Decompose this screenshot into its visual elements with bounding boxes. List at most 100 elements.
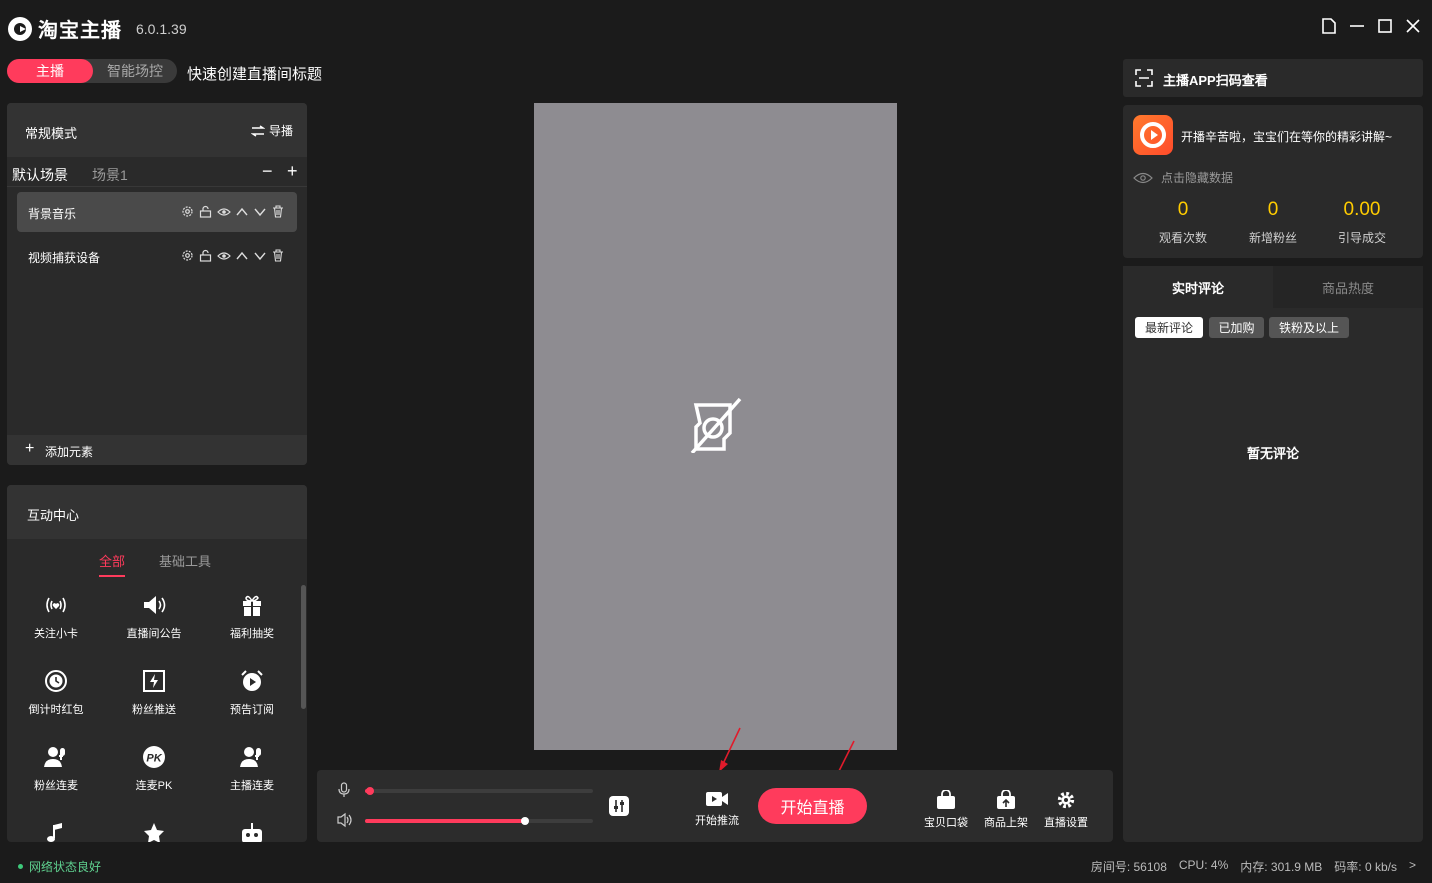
mic-level-knob[interactable]: [366, 787, 374, 795]
arrow-down-icon[interactable]: [252, 248, 267, 263]
tab-scene-1[interactable]: 场景1: [92, 165, 128, 185]
mode-anchor-button[interactable]: 主播: [7, 59, 93, 83]
cpu-usage: CPU: 4%: [1178, 858, 1229, 872]
guide-label: 导播: [268, 124, 293, 138]
arrow-up-icon[interactable]: [234, 204, 249, 219]
eye-icon[interactable]: [216, 248, 231, 263]
guide-button[interactable]: 导播: [250, 122, 293, 139]
app-version: 6.0.1.39: [136, 20, 187, 37]
user-mic-icon: [44, 743, 68, 771]
scan-qr-button[interactable]: 主播APP扫码查看: [1123, 59, 1423, 97]
svg-text:PK: PK: [146, 753, 162, 765]
add-scene-button[interactable]: +: [287, 161, 298, 182]
volume-slider[interactable]: [365, 817, 593, 825]
tool-follow-card[interactable]: 关注小卡: [7, 591, 105, 651]
tool-link-pk[interactable]: PK 连麦PK: [105, 743, 203, 803]
filter-added-to-cart[interactable]: 已加购: [1209, 317, 1264, 338]
tool-countdown-redpacket[interactable]: 倒计时红包: [7, 667, 105, 727]
tab-all-tools[interactable]: 全部: [99, 551, 126, 577]
stat-new-fans-value: 0: [1267, 199, 1279, 220]
scan-label: 主播APP扫码查看: [1163, 73, 1268, 88]
scene-panel: 常规模式 导播 默认场景 场景1 − + 背景音乐 视频捕获设备 + 添加元素: [7, 103, 307, 465]
add-element-button[interactable]: + 添加元素: [7, 435, 307, 465]
filter-latest-comments[interactable]: 最新评论: [1135, 317, 1203, 338]
product-listing-label: 商品上架: [984, 817, 1028, 829]
mic-level-slider[interactable]: [365, 787, 593, 795]
eye-icon[interactable]: [216, 204, 231, 219]
network-status-label: 网络状态良好: [29, 860, 102, 874]
mode-toggle: 主播 智能场控: [7, 59, 177, 83]
eye-icon: [1133, 172, 1153, 183]
quick-create-title-link[interactable]: 快速创建直播间标题: [187, 63, 322, 84]
stat-views-label: 观看次数: [1158, 231, 1207, 245]
element-row-bgm[interactable]: 背景音乐: [17, 192, 297, 232]
tool-effects[interactable]: [105, 819, 203, 842]
pk-icon: PK: [142, 743, 166, 771]
stat-conversion-value: 0.00: [1343, 199, 1381, 220]
microphone-icon[interactable]: [337, 782, 351, 801]
element-row-video-capture[interactable]: 视频捕获设备: [17, 236, 297, 276]
scan-icon: [1135, 69, 1153, 87]
minimize-icon[interactable]: [1347, 16, 1367, 36]
stat-conversion-label: 引导成交: [1337, 231, 1386, 245]
speaker-icon[interactable]: [337, 812, 353, 831]
gear-icon[interactable]: [180, 204, 195, 219]
trash-icon[interactable]: [270, 204, 285, 219]
restore-icon[interactable]: [1319, 16, 1339, 36]
gear-icon[interactable]: [180, 248, 195, 263]
product-bag-label: 宝贝口袋: [924, 817, 968, 829]
switch-arrows-icon: [250, 124, 265, 137]
tab-live-comments[interactable]: 实时评论: [1123, 266, 1273, 308]
mode-smart-control-button[interactable]: 智能场控: [93, 59, 177, 83]
interaction-hub-panel: 互动中心 全部 基础工具 关注小卡 直播间公告 福利抽奖 倒计时红包 粉丝推送 …: [7, 485, 307, 842]
audio-mixer-icon[interactable]: [609, 796, 629, 819]
tool-label: 关注小卡: [34, 628, 78, 640]
tool-robot[interactable]: [203, 819, 301, 842]
bitrate: 码率: 0 kb/s: [1334, 860, 1397, 874]
memory-usage: 内存: 301.9 MB: [1240, 860, 1323, 874]
greeting-text: 开播辛苦啦，宝宝们在等你的精彩讲解~: [1181, 130, 1393, 144]
system-stats: 房间号: 56108 CPU: 4% 内存: 301.9 MB 码率: 0 kb…: [1091, 858, 1416, 875]
tab-product-heat[interactable]: 商品热度: [1273, 266, 1423, 308]
broadcast-heart-icon: [43, 591, 69, 619]
hide-data-toggle[interactable]: 点击隐藏数据: [1133, 169, 1233, 186]
taobao-live-logo-icon: [8, 16, 32, 41]
volume-knob[interactable]: [521, 817, 529, 825]
tool-announcement[interactable]: 直播间公告: [105, 591, 203, 651]
filter-iron-fans[interactable]: 铁粉及以上: [1269, 317, 1349, 338]
tool-preview-subscribe[interactable]: 预告订阅: [203, 667, 301, 727]
product-bag-button[interactable]: 宝贝口袋: [924, 790, 968, 830]
add-element-label: 添加元素: [45, 445, 94, 459]
close-icon[interactable]: [1403, 16, 1423, 36]
hub-title: 互动中心: [27, 508, 80, 523]
stat-views-value: 0: [1177, 199, 1189, 220]
tool-anchor-link[interactable]: 主播连麦: [203, 743, 301, 803]
room-number: 房间号: 56108: [1090, 860, 1167, 874]
live-stats-panel: 开播辛苦啦，宝宝们在等你的精彩讲解~ 点击隐藏数据 0 观看次数 0 新增粉丝 …: [1123, 105, 1423, 258]
tool-music[interactable]: [7, 819, 105, 842]
arrow-up-icon[interactable]: [234, 248, 249, 263]
lock-icon[interactable]: [198, 204, 213, 219]
remove-scene-button[interactable]: −: [262, 161, 273, 182]
hub-scrollbar[interactable]: [301, 585, 306, 709]
push-icon: [142, 667, 166, 695]
tab-basic-tools[interactable]: 基础工具: [159, 551, 211, 570]
title-bar: 淘宝主播 6.0.1.39: [0, 0, 1432, 54]
tool-lottery[interactable]: 福利抽奖: [203, 591, 301, 651]
live-settings-button[interactable]: 直播设置: [1044, 790, 1088, 830]
maximize-icon[interactable]: [1375, 16, 1395, 36]
scene-panel-header: 常规模式 导播: [7, 103, 307, 157]
lock-icon[interactable]: [198, 248, 213, 263]
arrow-down-icon[interactable]: [252, 204, 267, 219]
tool-fan-link[interactable]: 粉丝连麦: [7, 743, 105, 803]
tab-default-scene[interactable]: 默认场景: [12, 165, 68, 185]
product-listing-button[interactable]: 商品上架: [984, 790, 1028, 830]
trash-icon[interactable]: [270, 248, 285, 263]
start-live-button[interactable]: 开始直播: [758, 788, 867, 824]
tool-label: 福利抽奖: [230, 628, 274, 640]
alarm-icon: [240, 667, 264, 695]
start-push-button[interactable]: 开始推流: [695, 790, 739, 828]
expand-stats-icon[interactable]: >: [1409, 858, 1416, 875]
scene-mode-title: 常规模式: [25, 126, 78, 141]
tool-fan-push[interactable]: 粉丝推送: [105, 667, 203, 727]
